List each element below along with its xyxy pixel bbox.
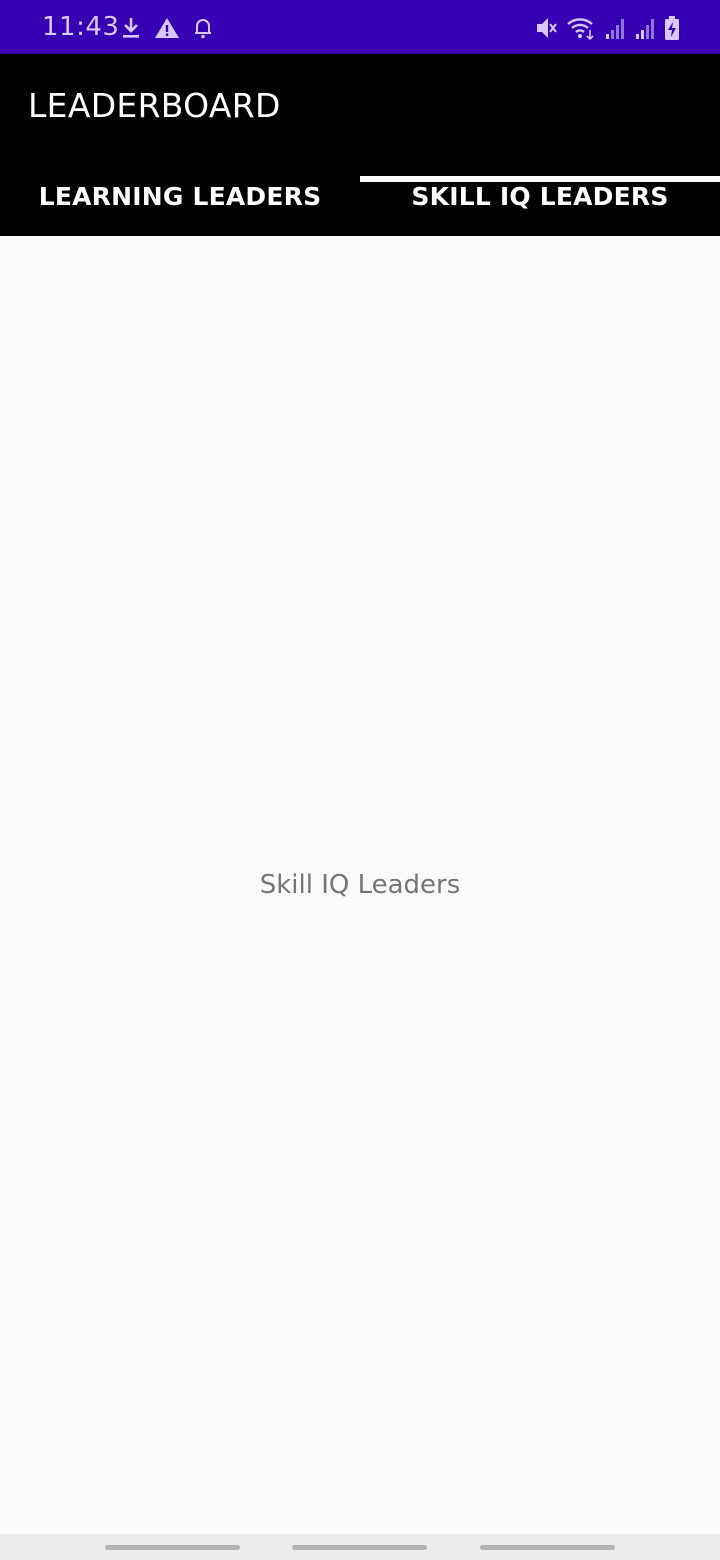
home-button[interactable] [292,1545,427,1550]
navigation-bar [0,1534,720,1560]
tab-learning-leaders[interactable]: LEARNING LEADERS [0,156,360,236]
download-icon [123,18,139,38]
status-time: 11:43 [42,12,120,42]
back-button[interactable] [480,1545,615,1550]
warning-icon [155,18,179,38]
wifi-icon [567,18,594,41]
bell-icon [195,19,211,39]
battery-charging-icon [665,16,679,40]
signal-icon [606,19,624,39]
tab-row: LEARNING LEADERS SKILL IQ LEADERS [0,156,720,236]
recent-apps-button[interactable] [105,1545,240,1550]
signal-icon [636,19,654,39]
status-bar: 11:43 [0,0,720,54]
tab-skill-iq-leaders[interactable]: SKILL IQ LEADERS [360,156,720,236]
app-bar: LEADERBOARD LEARNING LEADERS SKILL IQ LE… [0,54,720,236]
tab-selected-indicator [360,176,720,182]
page-title: LEADERBOARD [28,86,281,125]
tab-content: Skill IQ Leaders [0,236,720,1534]
status-left-icons [120,14,214,42]
status-right-icons [534,14,680,42]
section-label: Skill IQ Leaders [259,870,461,900]
mute-icon [537,18,557,38]
